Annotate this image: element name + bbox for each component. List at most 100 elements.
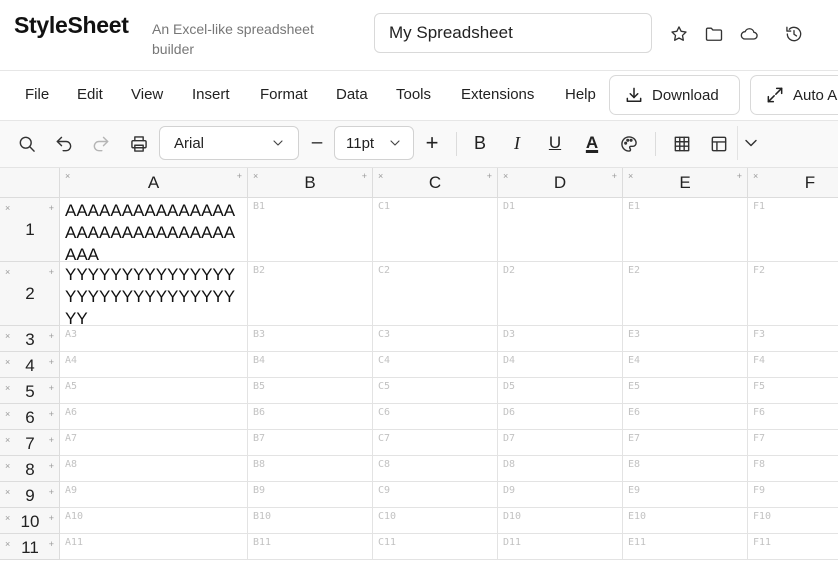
cell-f7[interactable]: F7 [748,430,838,456]
row-header-11[interactable]: × +11 [0,534,60,560]
cell-d2[interactable]: D2 [498,262,623,326]
cell-b7[interactable]: B7 [248,430,373,456]
cell-a1[interactable]: AAAAAAAAAAAAAAAAAAAAAAAAAAAAAAAAA [60,198,248,262]
cell-f5[interactable]: F5 [748,378,838,404]
add-row-icon[interactable]: + [49,204,54,213]
underline-button[interactable]: U [543,130,567,156]
menu-view[interactable]: View [131,86,163,103]
increase-size-button[interactable]: + [420,130,444,156]
cell-f6[interactable]: F6 [748,404,838,430]
cell-b2[interactable]: B2 [248,262,373,326]
menu-help[interactable]: Help [565,86,596,103]
bold-button[interactable]: B [468,130,492,156]
redo-icon[interactable] [89,132,113,156]
cell-a6[interactable]: A6 [60,404,248,430]
row-header-6[interactable]: × +6 [0,404,60,430]
cell-e9[interactable]: E9 [623,482,748,508]
row-header-7[interactable]: × +7 [0,430,60,456]
cell-b1[interactable]: B1 [248,198,373,262]
menu-file[interactable]: File [25,86,49,103]
row-header-4[interactable]: × +4 [0,352,60,378]
cell-a4[interactable]: A4 [60,352,248,378]
cell-e8[interactable]: E8 [623,456,748,482]
cell-c1[interactable]: C1 [373,198,498,262]
delete-row-icon[interactable]: × [5,204,10,213]
cell-e7[interactable]: E7 [623,430,748,456]
row-header-8[interactable]: × +8 [0,456,60,482]
cell-c5[interactable]: C5 [373,378,498,404]
decrease-size-button[interactable]: – [305,130,329,156]
cell-f2[interactable]: F2 [748,262,838,326]
text-color-button[interactable]: A [580,130,604,156]
history-icon[interactable] [782,22,806,46]
menu-data[interactable]: Data [336,86,368,103]
cell-d1[interactable]: D1 [498,198,623,262]
corner-cell[interactable] [0,168,60,198]
menu-extensions[interactable]: Extensions [461,86,534,103]
cell-f3[interactable]: F3 [748,326,838,352]
cell-e1[interactable]: E1 [623,198,748,262]
column-header-e[interactable]: × + E [623,168,748,198]
cell-a7[interactable]: A7 [60,430,248,456]
cell-b3[interactable]: B3 [248,326,373,352]
column-header-c[interactable]: × + C [373,168,498,198]
cell-d5[interactable]: D5 [498,378,623,404]
cell-d8[interactable]: D8 [498,456,623,482]
undo-icon[interactable] [52,132,76,156]
more-tools-button[interactable] [737,126,764,160]
menu-tools[interactable]: Tools [396,86,431,103]
cell-f4[interactable]: F4 [748,352,838,378]
cell-a3[interactable]: A3 [60,326,248,352]
add-row-icon[interactable]: + [49,268,54,277]
cell-c7[interactable]: C7 [373,430,498,456]
cell-f9[interactable]: F9 [748,482,838,508]
menu-insert[interactable]: Insert [192,86,230,103]
cell-f8[interactable]: F8 [748,456,838,482]
cell-a9[interactable]: A9 [60,482,248,508]
cell-b10[interactable]: B10 [248,508,373,534]
cell-d4[interactable]: D4 [498,352,623,378]
cell-e2[interactable]: E2 [623,262,748,326]
cell-e10[interactable]: E10 [623,508,748,534]
cell-c3[interactable]: C3 [373,326,498,352]
cloud-icon[interactable] [737,22,761,46]
palette-icon[interactable] [617,132,641,156]
cell-a5[interactable]: A5 [60,378,248,404]
cell-e3[interactable]: E3 [623,326,748,352]
cell-f10[interactable]: F10 [748,508,838,534]
cell-c4[interactable]: C4 [373,352,498,378]
cell-d3[interactable]: D3 [498,326,623,352]
cell-e4[interactable]: E4 [623,352,748,378]
cell-a10[interactable]: A10 [60,508,248,534]
italic-button[interactable]: I [505,130,529,156]
row-header-3[interactable]: × +3 [0,326,60,352]
cell-c2[interactable]: C2 [373,262,498,326]
cell-c9[interactable]: C9 [373,482,498,508]
cell-d6[interactable]: D6 [498,404,623,430]
cell-a2[interactable]: YYYYYYYYYYYYYYYYYYYYYYYYYYYYYYYY [60,262,248,326]
menu-format[interactable]: Format [260,86,308,103]
document-title-input[interactable] [374,13,652,53]
cell-c8[interactable]: C8 [373,456,498,482]
delete-row-icon[interactable]: × [5,268,10,277]
cell-a11[interactable]: A11 [60,534,248,560]
cell-a8[interactable]: A8 [60,456,248,482]
cell-f1[interactable]: F1 [748,198,838,262]
cell-b11[interactable]: B11 [248,534,373,560]
folder-icon[interactable] [702,22,726,46]
column-header-b[interactable]: × + B [248,168,373,198]
cell-b8[interactable]: B8 [248,456,373,482]
cell-b4[interactable]: B4 [248,352,373,378]
cell-f11[interactable]: F11 [748,534,838,560]
row-header-1[interactable]: × +1 [0,198,60,262]
cell-e6[interactable]: E6 [623,404,748,430]
cell-d7[interactable]: D7 [498,430,623,456]
search-icon[interactable] [15,132,39,156]
column-header-d[interactable]: × + D [498,168,623,198]
menu-edit[interactable]: Edit [77,86,103,103]
auto-button[interactable]: Auto A [750,75,838,115]
download-button[interactable]: Download [609,75,740,115]
cell-e5[interactable]: E5 [623,378,748,404]
cell-c10[interactable]: C10 [373,508,498,534]
row-header-10[interactable]: × +10 [0,508,60,534]
